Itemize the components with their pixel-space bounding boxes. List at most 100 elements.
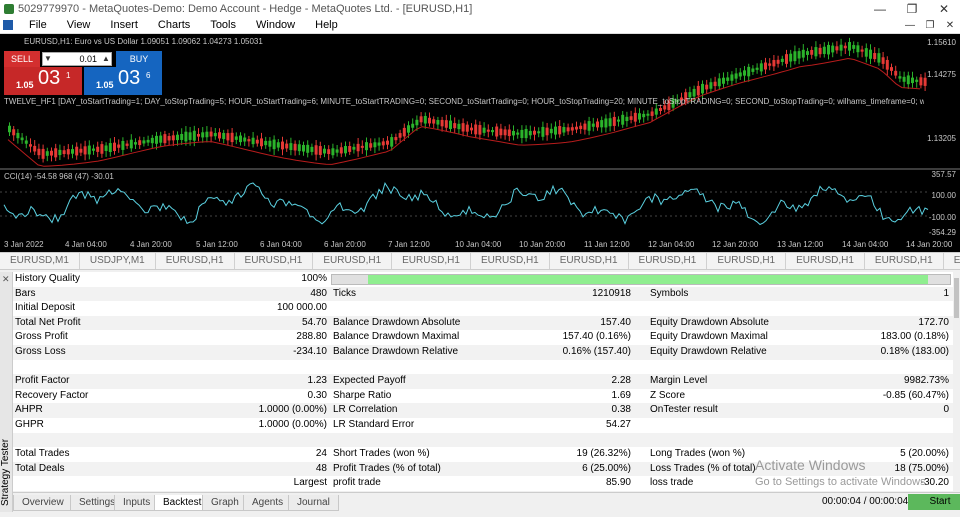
- candle-body: [780, 58, 784, 62]
- chart-tab[interactable]: EURUSD,H1: [392, 253, 471, 269]
- candle-body: [444, 120, 448, 128]
- menu-bar: File View Insert Charts Tools Window Hel…: [0, 17, 960, 34]
- menu-tools[interactable]: Tools: [200, 19, 246, 31]
- report-value: 9982.73%: [903, 375, 949, 387]
- candle-body: [554, 126, 557, 135]
- buy-price[interactable]: 1.05 03 6: [84, 67, 162, 95]
- candle-body: [138, 140, 142, 146]
- chart-tab[interactable]: EURUSD,H1: [944, 253, 960, 269]
- chart-tab[interactable]: EURUSD,H1: [156, 253, 235, 269]
- report-label: History Quality: [15, 273, 81, 284]
- mdi-minimize-icon[interactable]: —: [900, 20, 920, 31]
- candle-body: [507, 129, 511, 137]
- report-value: 100 000.00: [276, 302, 327, 314]
- candle-body: [801, 49, 805, 58]
- candle-body: [898, 76, 902, 79]
- chart-tabs: EURUSD,M1 USDJPY,M1 EURUSD,H1 EURUSD,H1 EURU…: [0, 252, 960, 270]
- maximize-icon[interactable]: ❐: [896, 2, 928, 16]
- report-row: Total Net Profit 54.70 Balance Drawdown Ab…: [13, 315, 953, 331]
- lot-size-input[interactable]: ▼ 0.01 ▲: [42, 52, 112, 66]
- candle-body: [818, 47, 822, 55]
- activation-watermark: Activate Windows Go to Settings to activ…: [755, 457, 929, 488]
- chart-tab[interactable]: USDJPY,M1: [80, 253, 156, 269]
- cci-axis-label: 357.57: [931, 170, 956, 179]
- candle-body: [96, 146, 100, 152]
- tab-graph[interactable]: Graph: [202, 495, 248, 511]
- report-label: Symbols: [650, 287, 689, 299]
- report-value: 1: [943, 287, 949, 299]
- tab-journal[interactable]: Journal: [288, 495, 339, 511]
- tab-overview[interactable]: Overview: [13, 495, 73, 511]
- report-scrollbar[interactable]: [953, 272, 960, 491]
- menu-view[interactable]: View: [57, 19, 101, 31]
- sell-price[interactable]: 1.05 03 1: [4, 67, 82, 95]
- candle-body: [33, 145, 37, 152]
- mdi-restore-icon[interactable]: ❐: [920, 20, 940, 31]
- tab-inputs[interactable]: Inputs: [114, 495, 160, 511]
- candle-body: [234, 136, 238, 140]
- close-icon[interactable]: ✕: [2, 274, 10, 285]
- chart-tab[interactable]: EURUSD,H1: [235, 253, 314, 269]
- chart-tab[interactable]: EURUSD,M1: [0, 253, 80, 269]
- report-label: Total Net Profit: [15, 316, 81, 328]
- chart-tab[interactable]: EURUSD,H1: [471, 253, 550, 269]
- chart-tab[interactable]: EURUSD,H1: [629, 253, 708, 269]
- candle-body: [890, 67, 893, 71]
- candle-body: [281, 141, 284, 150]
- start-button[interactable]: Start: [908, 494, 960, 510]
- menu-window[interactable]: Window: [246, 19, 305, 31]
- candle-body: [255, 139, 259, 144]
- lot-size-value[interactable]: 0.01: [79, 53, 97, 65]
- chart-symbol-info: EURUSD,H1: Euro vs US Dollar 1.09051 1.0…: [24, 37, 263, 46]
- chart-tab[interactable]: EURUSD,H1: [707, 253, 787, 269]
- scrollbar-thumb[interactable]: [954, 278, 959, 318]
- sell-button[interactable]: SELL: [4, 51, 40, 67]
- report-value: 1.0000 (0.00%): [258, 419, 327, 430]
- one-click-trading-panel: SELL ▼ 0.01 ▲ BUY 1.05 03 1 1.05 03 6: [4, 51, 162, 95]
- menu-charts[interactable]: Charts: [148, 19, 200, 31]
- chart-tab[interactable]: EURUSD,H1: [313, 253, 393, 269]
- candle-body: [562, 126, 566, 133]
- candle-body: [419, 116, 423, 123]
- candle-body: [381, 141, 385, 146]
- report-value: 100%: [301, 273, 327, 284]
- menu-insert[interactable]: Insert: [100, 19, 148, 31]
- mdi-close-icon[interactable]: ✕: [940, 20, 960, 31]
- candle-body: [747, 66, 751, 77]
- chart-tab[interactable]: EURUSD,H1: [550, 253, 629, 269]
- chart-tab[interactable]: EURUSD,H1: [865, 253, 944, 269]
- candle-body: [142, 140, 146, 144]
- candle-body: [297, 144, 301, 152]
- buy-button[interactable]: BUY: [116, 51, 162, 67]
- minimize-icon[interactable]: —: [864, 2, 896, 16]
- candle-body: [41, 148, 45, 159]
- candle-body: [646, 113, 650, 116]
- report-value: 19 (26.32%): [576, 448, 631, 460]
- menu-file[interactable]: File: [19, 19, 57, 31]
- candle-body: [453, 123, 457, 129]
- candle-body: [911, 77, 914, 84]
- candle-body: [701, 83, 704, 94]
- chart-tab[interactable]: EURUSD,H1: [786, 253, 865, 269]
- lot-decrease-icon[interactable]: ▼: [43, 53, 53, 65]
- chart-window-icon[interactable]: [3, 20, 13, 30]
- report-label: Balance Drawdown Relative: [333, 346, 459, 357]
- price-chart[interactable]: EURUSD,H1: Euro vs US Dollar 1.09051 1.0…: [0, 34, 960, 252]
- candle-body: [29, 144, 32, 147]
- candle-body: [797, 51, 801, 59]
- lot-increase-icon[interactable]: ▲: [101, 53, 111, 65]
- candle-body: [12, 129, 16, 136]
- tab-agents[interactable]: Agents: [243, 495, 293, 511]
- time-axis-label: 14 Jan 20:00: [906, 240, 953, 249]
- candle-body: [239, 135, 242, 143]
- candle-body: [743, 70, 746, 76]
- price-axis-label: 1.14275: [927, 70, 956, 79]
- strategy-tester-sidebar: ✕ Strategy Tester: [0, 272, 13, 512]
- menu-help[interactable]: Help: [305, 19, 348, 31]
- time-axis-label: 4 Jan 20:00: [130, 240, 172, 249]
- candle-body: [167, 136, 171, 141]
- candle-body: [423, 115, 427, 124]
- report-label: Margin Level: [650, 375, 708, 387]
- close-icon[interactable]: ✕: [928, 2, 960, 16]
- cci-indicator-line: [3, 182, 929, 226]
